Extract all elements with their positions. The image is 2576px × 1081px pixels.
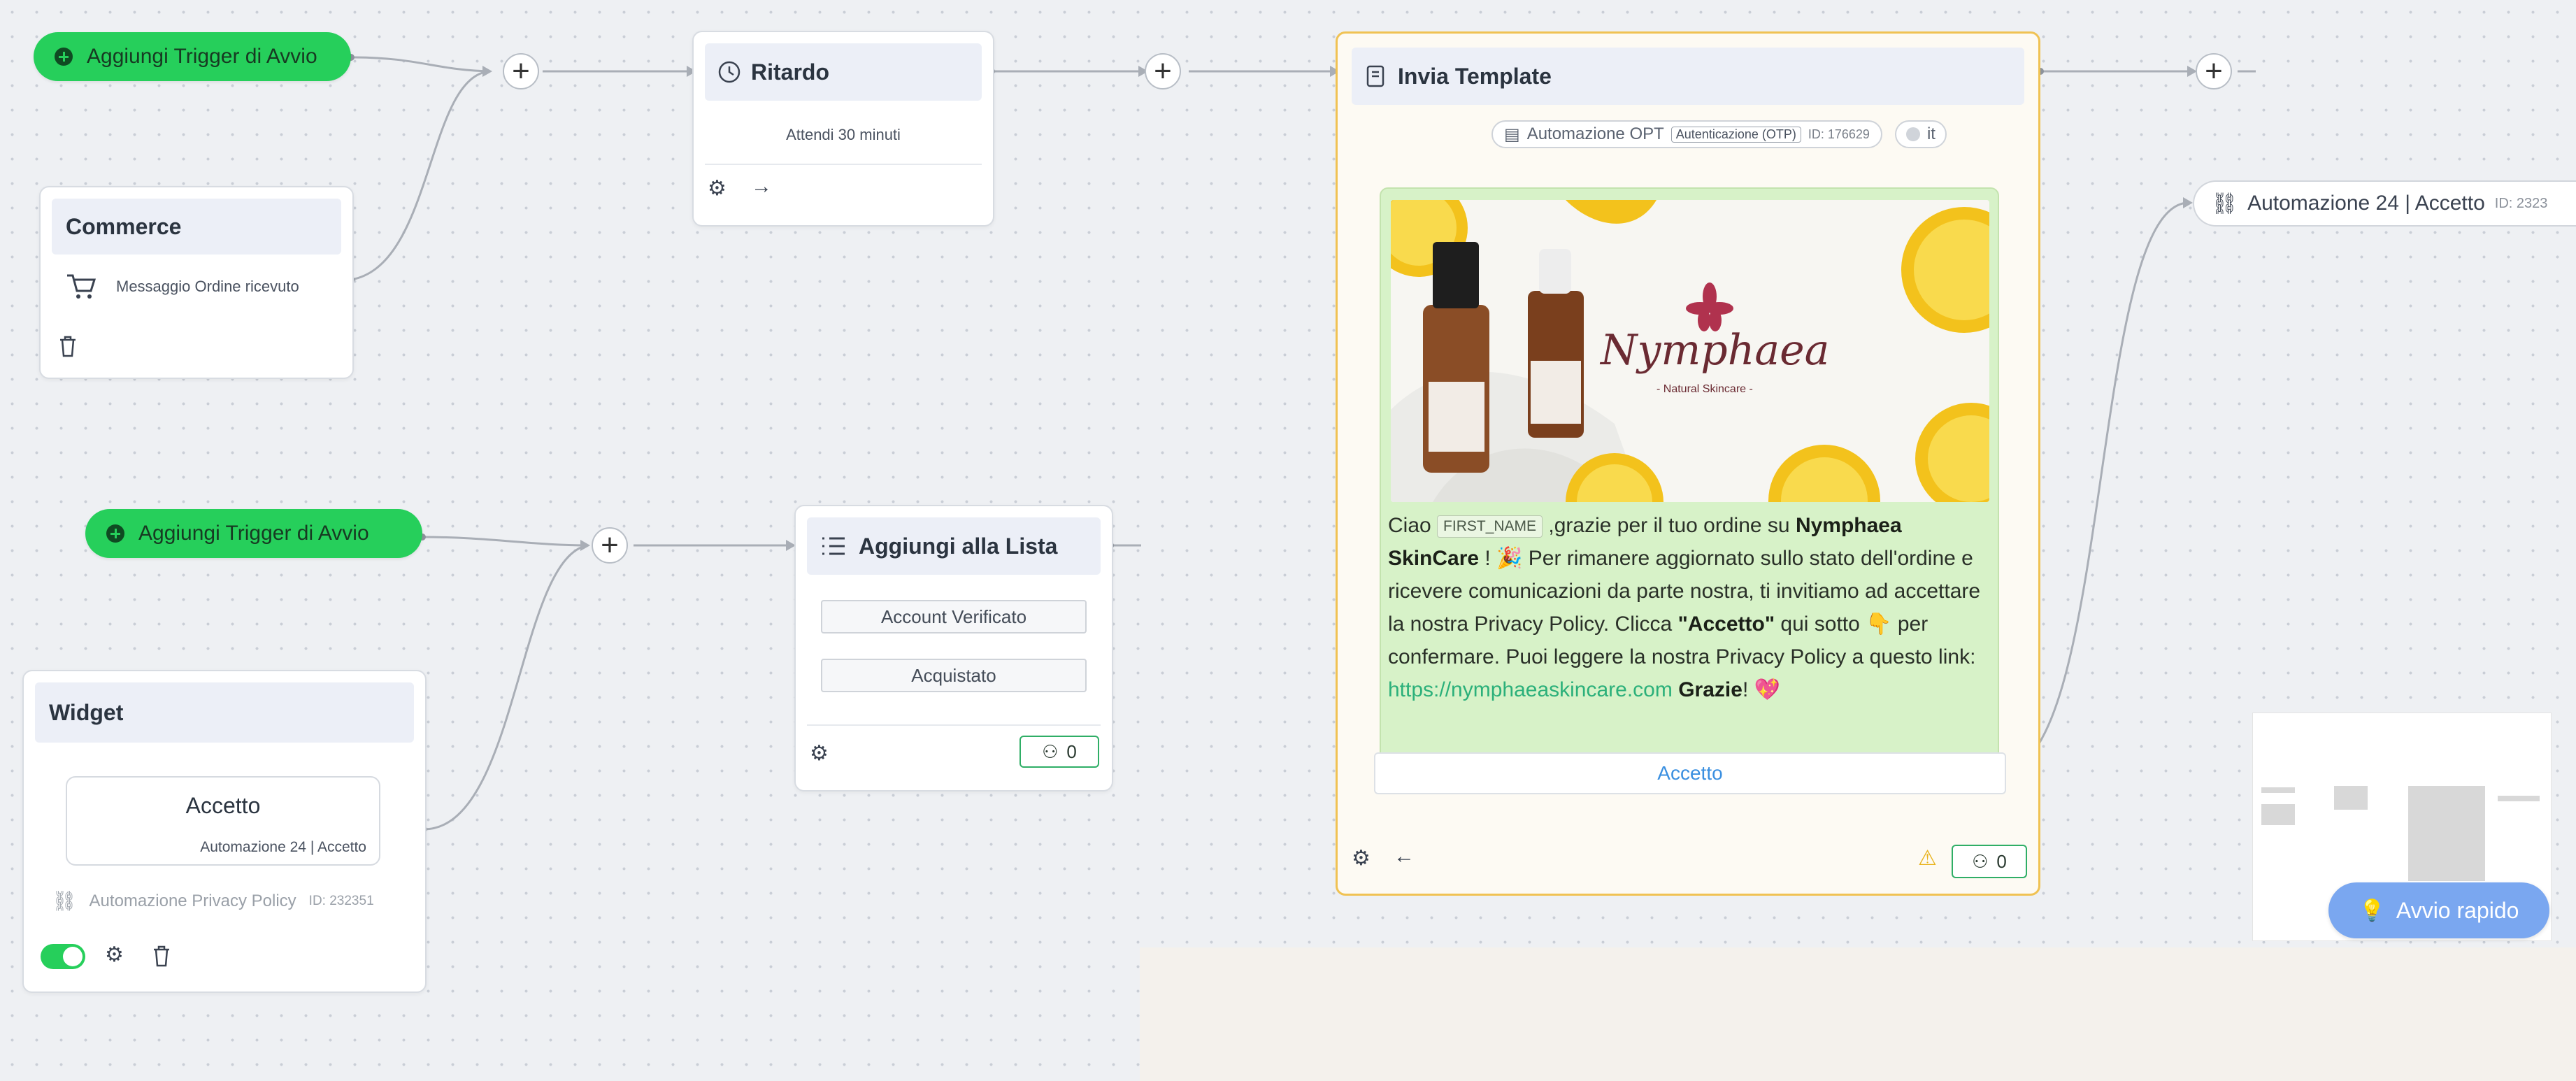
active-toggle[interactable] [41,944,85,969]
add-to-list-header: Aggiungi alla Lista [807,517,1101,575]
delay-node-header: Ritardo [705,43,982,101]
quick-reply-button[interactable]: Accetto [1374,752,2006,794]
add-start-trigger-button[interactable]: Aggiungi Trigger di Avvio [34,32,351,81]
language-badge: it [1894,120,1947,148]
trigger-label: Aggiungi Trigger di Avvio [87,45,317,68]
list-icon [822,537,845,555]
add-step-button[interactable]: + [503,53,539,90]
widget-bubble-title: Accetto [185,793,261,818]
template-info: ▤ Automazione OPT Autenticazione (OTP) I… [1491,120,1882,148]
template-meta: ▤ Automazione OPT Autenticazione (OTP) I… [1491,120,1947,148]
plus-circle-icon [106,524,124,543]
msg-link[interactable]: https://nymphaeaskincare.com [1388,678,1673,701]
template-header-image: Nymphaea - Natural Skincare - [1391,200,1989,502]
widget-node-title: Widget [35,682,414,743]
minimap-canvas [2260,769,2540,881]
gear-icon[interactable]: ⚙ [708,176,727,201]
canvas-paper-area [1140,947,2576,1081]
cart-icon [67,274,96,299]
lightbulb-icon: 💡 [2359,899,2385,922]
list-tag: Account Verificato [821,600,1087,633]
contacts-count-button[interactable]: ⚇ 0 [1952,845,2027,878]
add-to-list-node[interactable]: Aggiungi alla Lista Account Verificato A… [794,505,1113,792]
add-to-list-title: Aggiungi alla Lista [859,533,1058,559]
add-start-trigger-button[interactable]: Aggiungi Trigger di Avvio [85,509,422,558]
delay-text: Attendi 30 minuti [786,126,901,143]
variable-chip: FIRST_NAME [1437,515,1543,538]
users-icon: ⚇ [1972,850,1989,872]
template-category: Autenticazione (OTP) [1670,126,1801,143]
add-step-button[interactable]: + [592,527,628,564]
send-template-header: Invia Template [1352,48,2024,105]
automation-node-label: Automazione 24 | Accetto [2247,192,2485,215]
arrow-right-icon[interactable]: → [751,175,772,199]
list-tag: Acquistato [821,659,1087,692]
template-icon: ▤ [1504,124,1520,144]
delay-title: Ritardo [751,59,829,85]
msg-text: ,grazie per il tuo ordine su [1543,514,1796,537]
commerce-event: Messaggio Ordine ricevuto [66,273,299,301]
language-dot-icon [1905,127,1920,141]
commerce-node[interactable]: Commerce Messaggio Ordine ricevuto [39,186,354,379]
users-icon: ⚇ [1042,740,1059,762]
msg-thanks: Grazie [1678,678,1743,701]
plus-circle-icon [55,48,73,66]
trash-icon[interactable] [57,334,78,358]
template-message-text: Ciao FIRST_NAME ,grazie per il tuo ordin… [1388,509,1994,706]
arrow-left-icon[interactable]: ← [1394,845,1415,868]
send-template-title: Invia Template [1398,63,1552,89]
contacts-count: 0 [1066,740,1077,762]
trigger-label: Aggiungi Trigger di Avvio [138,522,369,545]
add-step-button[interactable]: + [2196,53,2232,90]
commerce-event-label: Messaggio Ordine ricevuto [116,278,299,295]
clock-icon [718,61,740,83]
widget-message-bubble: Accetto Automazione 24 | Accetto [66,776,380,866]
widget-node[interactable]: Widget Accetto Automazione 24 | Accetto … [22,670,427,993]
send-template-node[interactable]: Invia Template ▤ Automazione OPT Autenti… [1336,31,2040,896]
divider [705,164,982,165]
gear-icon[interactable]: ⚙ [1352,846,1371,871]
link-icon: ⛓ [52,890,77,912]
template-message-bubble: Nymphaea - Natural Skincare - Ciao FIRST… [1380,187,1999,761]
automation-node-id: ID: 2323 [2494,195,2548,211]
gear-icon[interactable]: ⚙ [810,741,829,766]
contacts-count-button[interactable]: ⚇ 0 [1019,736,1099,768]
msg-greeting: Ciao [1388,514,1431,537]
gear-icon[interactable]: ⚙ [105,943,124,967]
delay-node[interactable]: Ritardo Attendi 30 minuti ⚙ → [692,31,994,227]
add-step-button[interactable]: + [1145,53,1181,90]
language-code: it [1926,124,1935,143]
automation-node[interactable]: ⛓ Automazione 24 | Accetto ID: 2323 [2193,180,2576,227]
automation-id: ID: 232351 [308,893,374,908]
contacts-count: 0 [1996,850,2007,872]
brand-tagline: - Natural Skincare - [1656,383,1753,395]
brand-logo-text: Nymphaea [1601,326,1830,375]
quick-start-button[interactable]: 💡 Avvio rapido [2328,882,2549,938]
warning-icon: ⚠ [1918,847,1937,870]
widget-automation: ⛓ Automazione Privacy Policy ID: 232351 [52,889,374,912]
template-icon [1366,65,1384,87]
msg-text: ! 💖 [1742,678,1780,701]
commerce-node-title: Commerce [52,199,341,255]
trash-icon[interactable] [151,944,172,968]
template-id: ID: 176629 [1808,127,1870,141]
msg-quote: "Accetto" [1677,613,1775,636]
quick-start-label: Avvio rapido [2396,897,2519,923]
link-icon: ⛓ [2211,192,2238,215]
divider [807,724,1101,726]
template-name: Automazione OPT [1526,124,1664,143]
automation-name: Automazione Privacy Policy [89,891,296,910]
widget-bubble-subtitle: Automazione 24 | Accetto [200,839,366,855]
